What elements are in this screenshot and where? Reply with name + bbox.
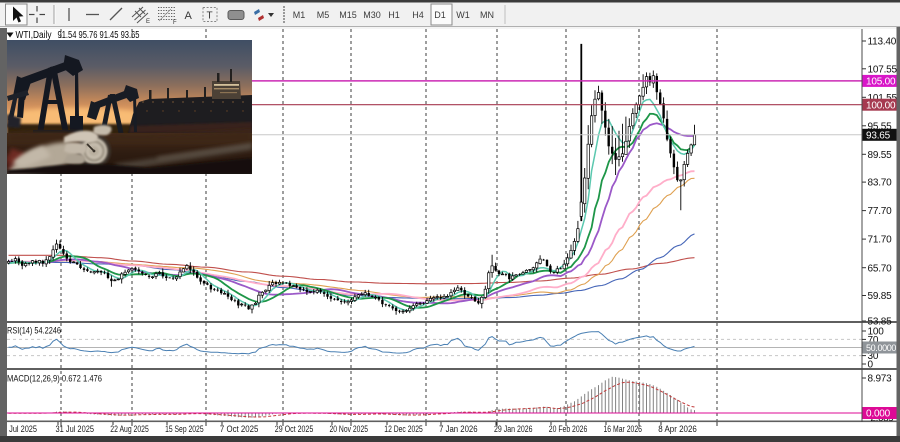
svg-text:F: F bbox=[173, 20, 177, 26]
svg-text:RSI(14) 54.2246: RSI(14) 54.2246 bbox=[7, 326, 61, 336]
svg-text:77.70: 77.70 bbox=[868, 206, 893, 217]
svg-text:59.85: 59.85 bbox=[868, 291, 893, 302]
svg-text:105.00: 105.00 bbox=[866, 77, 896, 88]
svg-text:M1: M1 bbox=[293, 10, 306, 20]
svg-text:MN: MN bbox=[480, 10, 494, 20]
svg-text:20 Feb 2026: 20 Feb 2026 bbox=[549, 424, 588, 434]
svg-text:22 Aug 2025: 22 Aug 2025 bbox=[110, 424, 149, 434]
svg-text:83.70: 83.70 bbox=[868, 178, 893, 189]
svg-text:M15: M15 bbox=[339, 10, 357, 20]
svg-text:H4: H4 bbox=[412, 10, 424, 20]
svg-text:89.55: 89.55 bbox=[868, 150, 893, 161]
svg-text:15 Sep 2025: 15 Sep 2025 bbox=[165, 424, 204, 434]
svg-text:D1: D1 bbox=[434, 10, 446, 20]
svg-text:M30: M30 bbox=[363, 10, 381, 20]
svg-text:W1: W1 bbox=[456, 10, 470, 20]
svg-text:7 Oct 2025: 7 Oct 2025 bbox=[220, 424, 259, 434]
svg-text:91.54 95.76 91.45 93.65: 91.54 95.76 91.45 93.65 bbox=[58, 30, 140, 41]
svg-text:MACD(12,26,9) 0.672 1.476: MACD(12,26,9) 0.672 1.476 bbox=[7, 374, 102, 384]
svg-text:9 Jul 2025: 9 Jul 2025 bbox=[3, 424, 37, 434]
svg-text:WTI,Daily: WTI,Daily bbox=[16, 30, 52, 41]
svg-text:16 Mar 2026: 16 Mar 2026 bbox=[604, 424, 643, 434]
svg-text:50.0000: 50.0000 bbox=[866, 343, 896, 353]
svg-text:65.70: 65.70 bbox=[868, 263, 893, 274]
svg-text:8.973: 8.973 bbox=[868, 374, 893, 385]
svg-text:107.55: 107.55 bbox=[868, 64, 898, 75]
svg-text:113.40: 113.40 bbox=[868, 37, 897, 48]
svg-text:20 Nov 2025: 20 Nov 2025 bbox=[330, 424, 369, 434]
svg-text:0: 0 bbox=[868, 360, 874, 371]
svg-text:93.65: 93.65 bbox=[866, 130, 891, 141]
svg-text:M5: M5 bbox=[317, 10, 330, 20]
svg-text:T: T bbox=[207, 11, 213, 22]
svg-text:29 Oct 2025: 29 Oct 2025 bbox=[275, 424, 314, 434]
svg-text:8 Apr 2026: 8 Apr 2026 bbox=[658, 424, 697, 434]
svg-text:12 Dec 2025: 12 Dec 2025 bbox=[384, 424, 423, 434]
svg-text:E: E bbox=[146, 19, 150, 25]
svg-text:H1: H1 bbox=[388, 10, 400, 20]
svg-text:0.000: 0.000 bbox=[866, 409, 891, 420]
svg-text:100.00: 100.00 bbox=[866, 100, 896, 111]
svg-text:7 Jan 2026: 7 Jan 2026 bbox=[439, 424, 478, 434]
svg-text:A: A bbox=[185, 10, 193, 22]
svg-text:71.70: 71.70 bbox=[868, 235, 893, 246]
svg-text:29 Jan 2026: 29 Jan 2026 bbox=[494, 424, 533, 434]
